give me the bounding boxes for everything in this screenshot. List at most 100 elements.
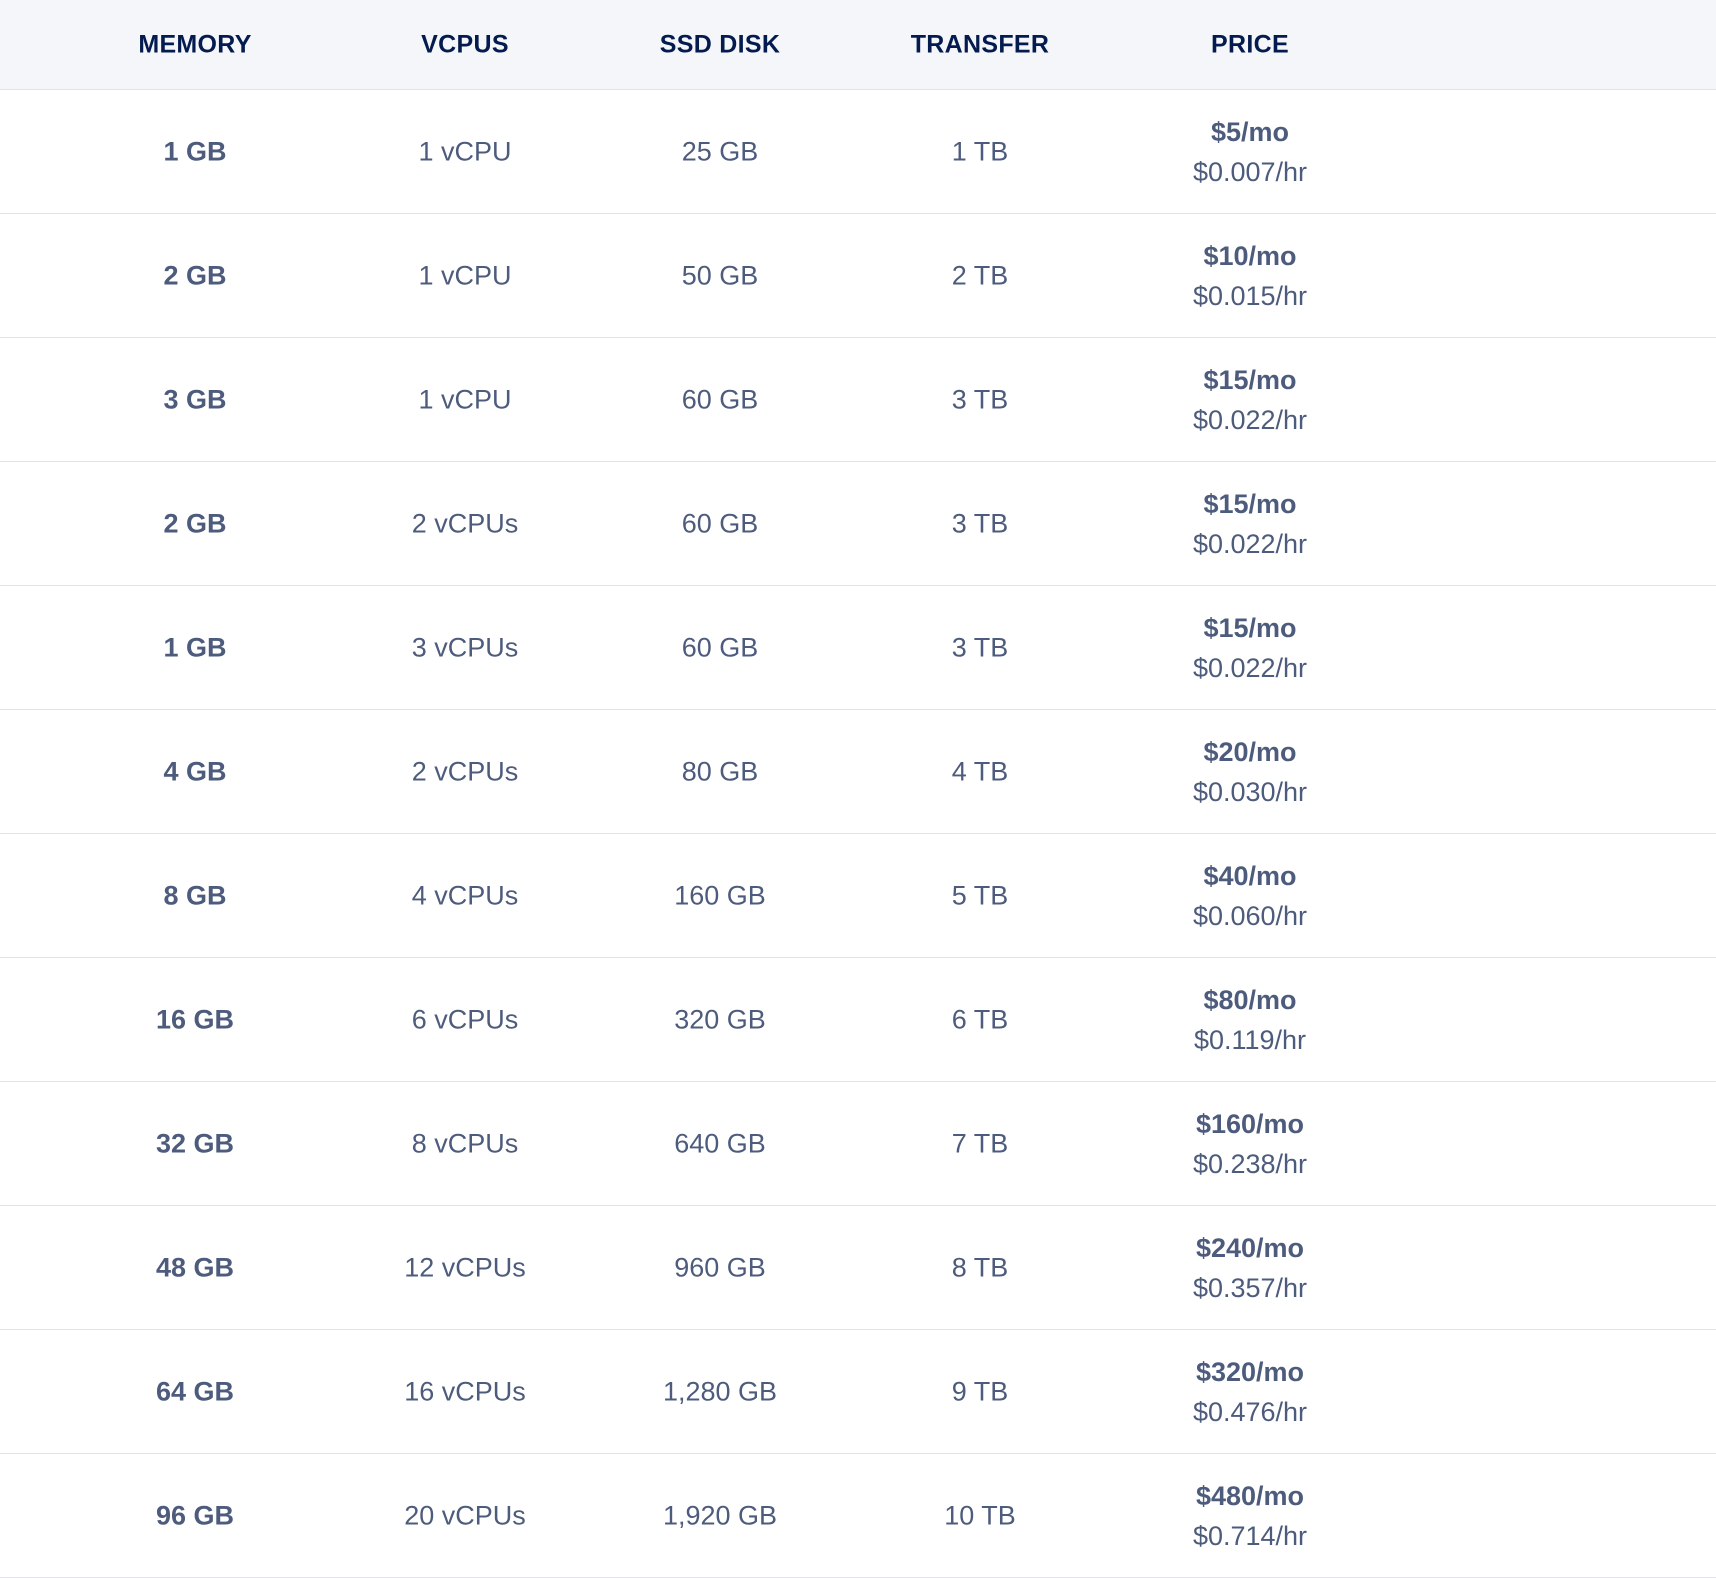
memory-value: 1 GB [163, 136, 227, 166]
table-row: 2 GB 2 vCPUs 60 GB 3 TB $15/mo $0.022/hr [0, 462, 1716, 586]
price-monthly: $15/mo [1203, 488, 1297, 519]
memory-cell: 2 GB [95, 260, 295, 291]
transfer-cell: 6 TB [951, 1004, 1009, 1034]
memory-value: 64 GB [155, 1376, 235, 1406]
memory-cell: 96 GB [95, 1500, 295, 1531]
price-cell: $5/mo $0.007/hr [1130, 112, 1370, 192]
ssd-disk-cell: 60 GB [681, 508, 759, 538]
vcpus-cell: 1 vCPU [418, 384, 512, 414]
price-cell: $10/mo $0.015/hr [1130, 236, 1370, 316]
memory-value: 8 GB [163, 880, 227, 910]
price-cell: $15/mo $0.022/hr [1130, 484, 1370, 564]
table-row: 48 GB 12 vCPUs 960 GB 8 TB $240/mo $0.357/hr [0, 1206, 1716, 1330]
price-monthly: $80/mo [1203, 984, 1297, 1015]
transfer-cell: 3 TB [951, 508, 1009, 538]
vcpus-cell: 20 vCPUs [404, 1500, 526, 1530]
price-cell: $20/mo $0.030/hr [1130, 732, 1370, 812]
memory-value: 1 GB [163, 632, 227, 662]
transfer-cell: 7 TB [951, 1128, 1009, 1158]
price-monthly: $15/mo [1203, 612, 1297, 643]
vcpus-cell: 6 vCPUs [411, 1004, 519, 1034]
table-row: 2 GB 1 vCPU 50 GB 2 TB $10/mo $0.015/hr [0, 214, 1716, 338]
transfer-cell: 4 TB [951, 756, 1009, 786]
price-hourly: $0.022/hr [1192, 652, 1308, 683]
vcpus-cell: 12 vCPUs [404, 1252, 526, 1282]
price-hourly: $0.022/hr [1192, 404, 1308, 435]
price-monthly: $480/mo [1195, 1480, 1305, 1511]
memory-cell: 2 GB [95, 508, 295, 539]
transfer-cell: 9 TB [951, 1376, 1009, 1406]
price-cell: $160/mo $0.238/hr [1130, 1104, 1370, 1184]
memory-value: 96 GB [155, 1500, 235, 1530]
price-hourly: $0.022/hr [1192, 528, 1308, 559]
price-monthly: $40/mo [1203, 860, 1297, 891]
price-hourly: $0.357/hr [1192, 1272, 1308, 1303]
header-price: PRICE [1211, 30, 1289, 58]
memory-cell: 1 GB [95, 136, 295, 167]
price-cell: $15/mo $0.022/hr [1130, 608, 1370, 688]
vcpus-cell: 2 vCPUs [411, 756, 519, 786]
price-hourly: $0.030/hr [1192, 776, 1308, 807]
price-monthly: $15/mo [1203, 364, 1297, 395]
table-row: 96 GB 20 vCPUs 1,920 GB 10 TB $480/mo $0.714/… [0, 1454, 1716, 1578]
ssd-disk-cell: 1,920 GB [662, 1500, 778, 1530]
price-hourly: $0.015/hr [1192, 280, 1308, 311]
ssd-disk-cell: 960 GB [674, 1252, 766, 1282]
price-hourly: $0.060/hr [1192, 900, 1308, 931]
price-cell: $15/mo $0.022/hr [1130, 360, 1370, 440]
price-monthly: $320/mo [1195, 1356, 1305, 1387]
memory-cell: 32 GB [95, 1128, 295, 1159]
table-row: 1 GB 3 vCPUs 60 GB 3 TB $15/mo $0.022/hr [0, 586, 1716, 710]
ssd-disk-cell: 320 GB [674, 1004, 766, 1034]
price-cell: $320/mo $0.476/hr [1130, 1352, 1370, 1432]
header-memory: MEMORY [138, 30, 252, 58]
transfer-cell: 3 TB [951, 632, 1009, 662]
price-hourly: $0.476/hr [1192, 1396, 1308, 1427]
vcpus-cell: 3 vCPUs [411, 632, 519, 662]
memory-value: 48 GB [155, 1252, 235, 1282]
vcpus-cell: 4 vCPUs [411, 880, 519, 910]
price-cell: $480/mo $0.714/hr [1130, 1476, 1370, 1556]
memory-value: 2 GB [163, 508, 227, 538]
memory-cell: 64 GB [95, 1376, 295, 1407]
ssd-disk-cell: 640 GB [674, 1128, 766, 1158]
vcpus-cell: 16 vCPUs [404, 1376, 526, 1406]
memory-cell: 16 GB [95, 1004, 295, 1035]
price-cell: $40/mo $0.060/hr [1130, 856, 1370, 936]
header-ssd-disk: SSD DISK [659, 30, 781, 58]
vcpus-cell: 2 vCPUs [411, 508, 519, 538]
header-transfer: TRANSFER [910, 30, 1050, 58]
price-cell: $240/mo $0.357/hr [1130, 1228, 1370, 1308]
transfer-cell: 2 TB [951, 260, 1009, 290]
memory-cell: 3 GB [95, 384, 295, 415]
ssd-disk-cell: 25 GB [681, 136, 759, 166]
price-monthly: $20/mo [1203, 736, 1297, 767]
table-row: 3 GB 1 vCPU 60 GB 3 TB $15/mo $0.022/hr [0, 338, 1716, 462]
table-row: 16 GB 6 vCPUs 320 GB 6 TB $80/mo $0.119/hr [0, 958, 1716, 1082]
price-monthly: $160/mo [1195, 1108, 1305, 1139]
memory-value: 32 GB [155, 1128, 235, 1158]
ssd-disk-cell: 60 GB [681, 384, 759, 414]
price-hourly: $0.007/hr [1192, 156, 1308, 187]
table-row: 64 GB 16 vCPUs 1,280 GB 9 TB $320/mo $0.476/h… [0, 1330, 1716, 1454]
memory-value: 16 GB [155, 1004, 235, 1034]
table-row: 1 GB 1 vCPU 25 GB 1 TB $5/mo $0.007/hr [0, 90, 1716, 214]
table-header-row: MEMORY VCPUS SSD DISK TRANSFER PRICE [0, 0, 1716, 90]
price-hourly: $0.238/hr [1192, 1148, 1308, 1179]
memory-cell: 48 GB [95, 1252, 295, 1283]
ssd-disk-cell: 80 GB [681, 756, 759, 786]
table-body: 1 GB 1 vCPU 25 GB 1 TB $5/mo $0.007/hr 2 GB 1 v… [0, 90, 1716, 1578]
memory-value: 4 GB [163, 756, 227, 786]
table-row: 8 GB 4 vCPUs 160 GB 5 TB $40/mo $0.060/hr [0, 834, 1716, 958]
price-hourly: $0.119/hr [1193, 1024, 1307, 1055]
price-cell: $80/mo $0.119/hr [1130, 980, 1370, 1060]
transfer-cell: 1 TB [951, 136, 1009, 166]
ssd-disk-cell: 60 GB [681, 632, 759, 662]
memory-value: 3 GB [163, 384, 227, 414]
transfer-cell: 5 TB [951, 880, 1009, 910]
vcpus-cell: 1 vCPU [418, 260, 512, 290]
memory-value: 2 GB [163, 260, 227, 290]
memory-cell: 8 GB [95, 880, 295, 911]
ssd-disk-cell: 50 GB [681, 260, 759, 290]
price-monthly: $5/mo [1210, 116, 1290, 147]
